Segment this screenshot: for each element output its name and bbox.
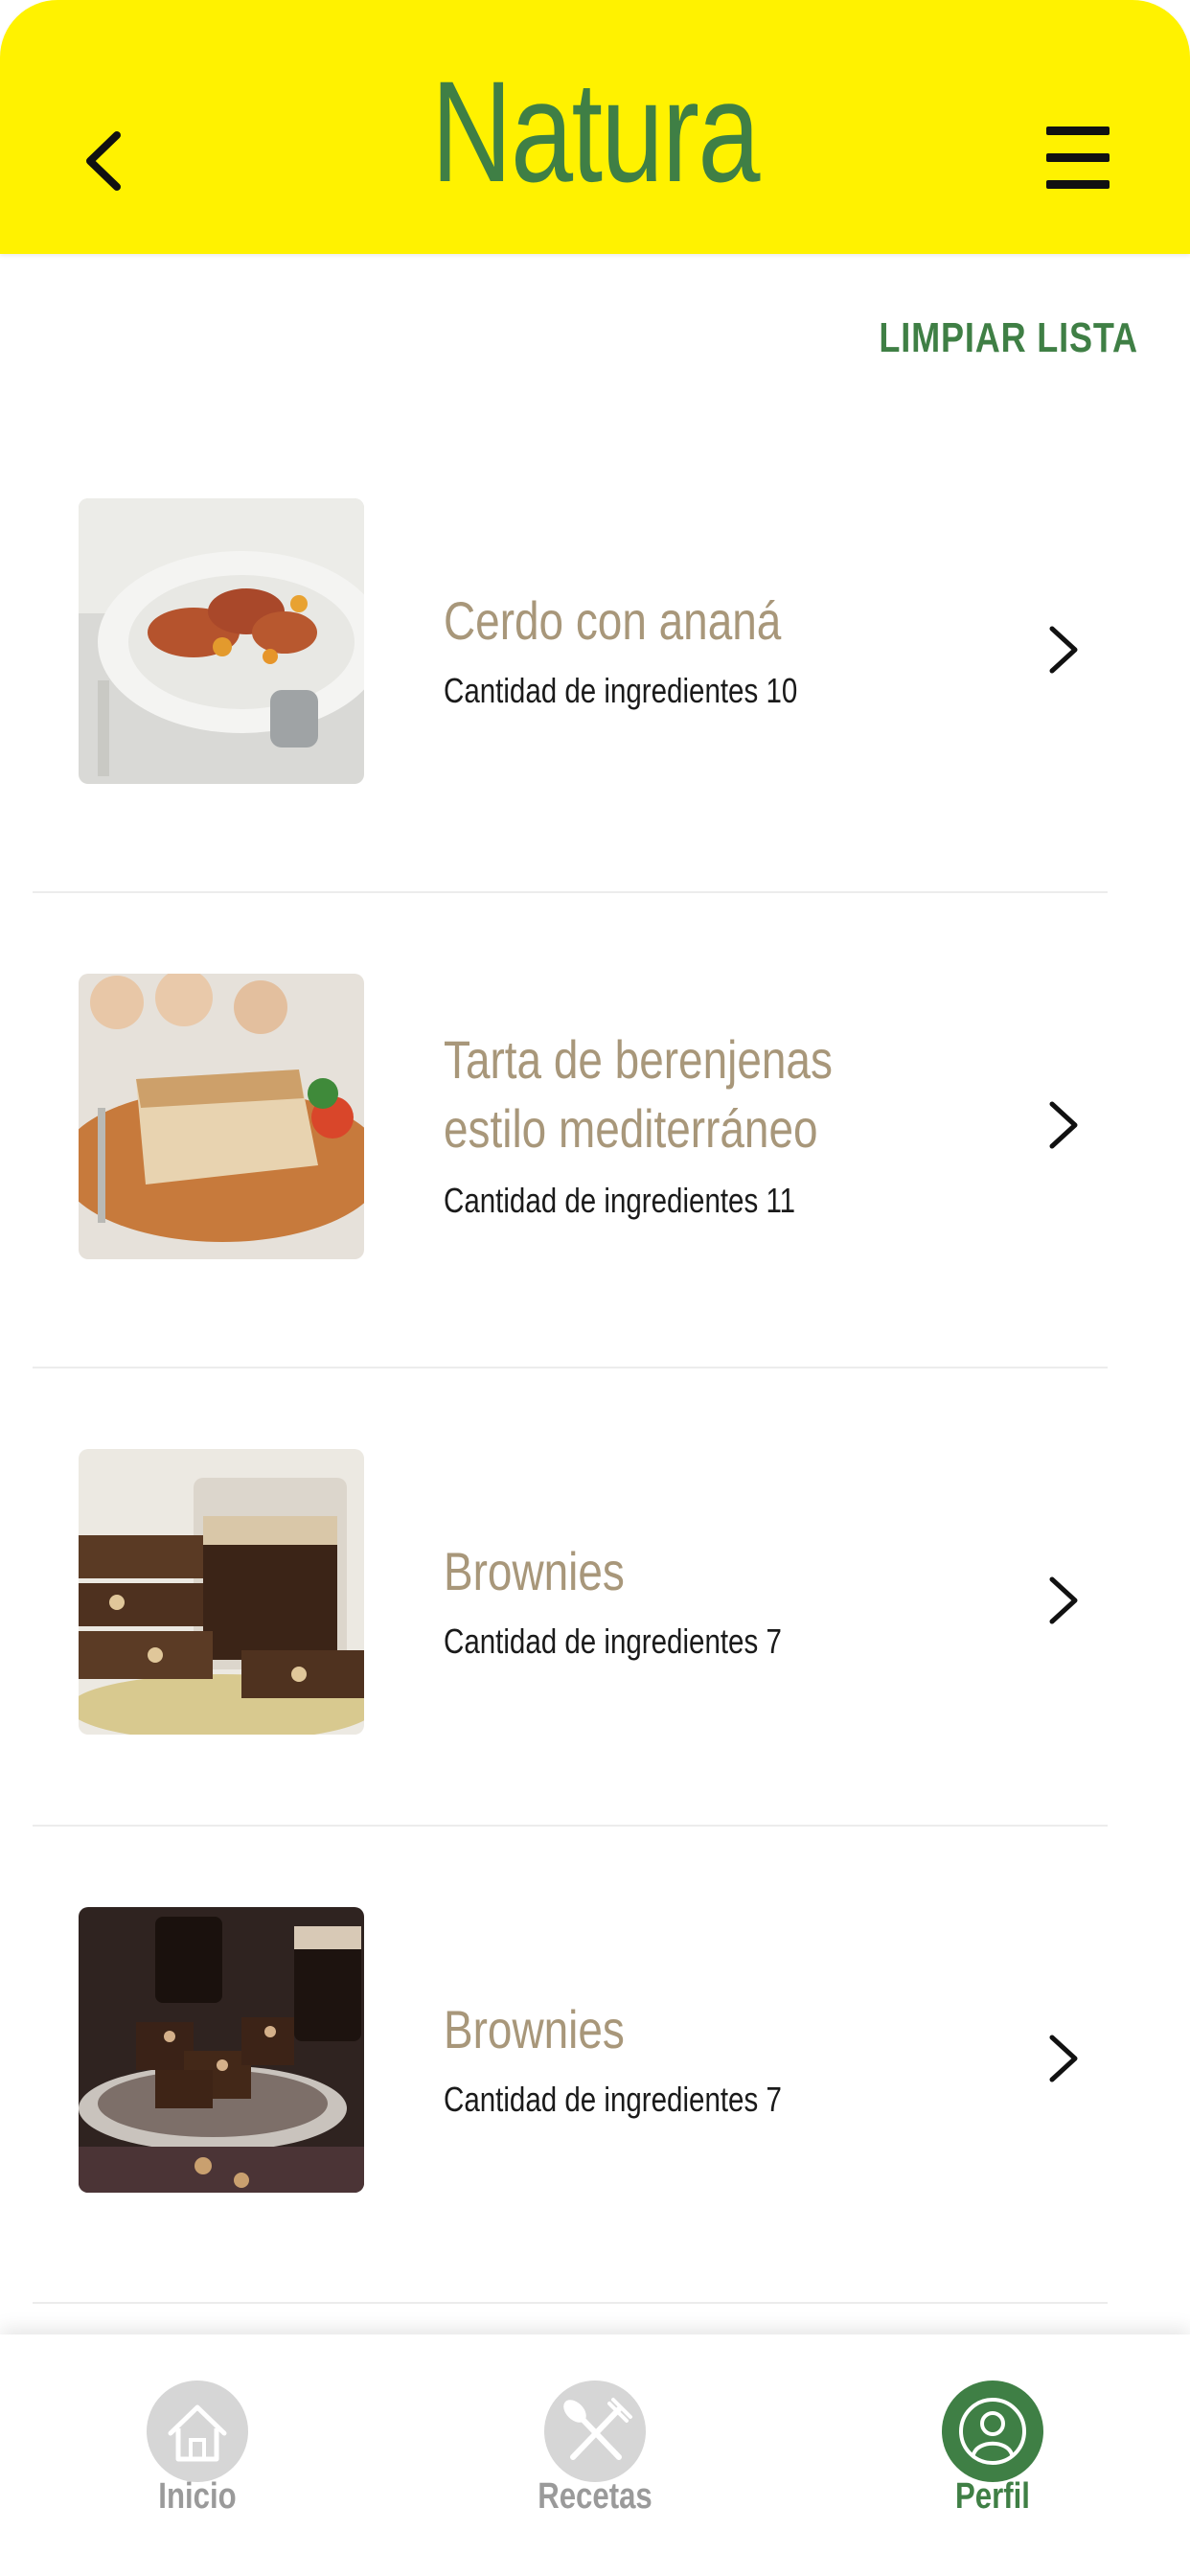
tab-perfil[interactable]: Perfil [897,2380,1088,2553]
chevron-right-icon [1049,2035,1078,2082]
recipe-title: Brownies [444,1541,625,1601]
divider [33,1825,1108,1827]
chevron-right-icon [1049,626,1078,674]
recipe-title: Tarta de berenjenas estilo mediterráneo [444,1029,833,1159]
recipe-ingredient-count: Cantidad de ingredientes 7 [444,2080,782,2119]
chevron-right-icon [1049,1101,1078,1149]
brand-logo: Natura [431,51,760,212]
tab-label: Perfil [955,2476,1030,2517]
divider [33,2302,1108,2304]
back-button[interactable] [75,123,132,199]
tab-recetas[interactable]: Recetas [499,2380,691,2553]
recipe-thumbnail [79,1449,364,1735]
tab-label: Inicio [158,2476,237,2517]
chevron-right-icon [1049,1576,1078,1624]
app-header: Natura [0,0,1190,254]
recipe-title: Brownies [444,1999,625,2059]
recipe-thumbnail [79,974,364,1259]
recipe-title: Cerdo con ananá [444,590,782,651]
bottom-tab-bar: Inicio Recetas Perfil [0,2334,1190,2576]
fork-knife-icon [544,2380,646,2482]
recipe-ingredient-count: Cantidad de ingredientes 11 [444,1181,796,1220]
user-profile-icon [942,2380,1043,2482]
divider [33,891,1108,893]
home-icon [147,2380,248,2482]
clear-list-button[interactable]: LIMPIAR LISTA [879,314,1138,362]
recipe-ingredient-count: Cantidad de ingredientes 7 [444,1622,782,1661]
recipe-ingredient-count: Cantidad de ingredientes 10 [444,671,798,710]
chevron-left-icon [86,131,121,191]
recipe-thumbnail [79,1907,364,2193]
recipe-thumbnail [79,498,364,784]
tab-label: Recetas [538,2476,652,2517]
tab-inicio[interactable]: Inicio [102,2380,293,2553]
menu-button[interactable] [1044,123,1111,192]
divider [33,1367,1108,1368]
